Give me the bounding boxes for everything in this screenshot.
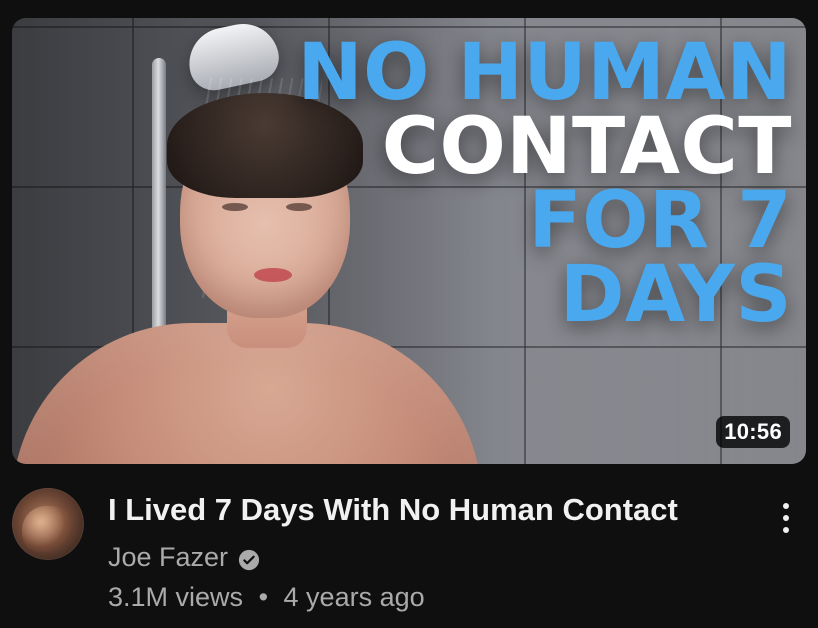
thumbnail-headline: NO HUMAN CONTACT FOR 7 DAYS (272, 28, 792, 341)
menu-dot-3 (783, 527, 789, 533)
video-card[interactable]: NO HUMAN CONTACT FOR 7 DAYS 10:56 I Live… (0, 0, 818, 628)
stats-separator: • (258, 582, 269, 612)
video-thumbnail[interactable]: NO HUMAN CONTACT FOR 7 DAYS 10:56 (12, 18, 806, 464)
video-title[interactable]: I Lived 7 Days With No Human Contact (108, 492, 678, 528)
view-count: 3.1M views (108, 582, 244, 612)
menu-dot-1 (783, 503, 789, 509)
channel-name[interactable]: Joe Fazer (108, 542, 228, 573)
thumbnail-headline-line-3: FOR 7 DAYS (528, 176, 792, 341)
more-vertical-icon[interactable] (772, 496, 800, 540)
thumbnail-headline-line-1: NO HUMAN (297, 28, 792, 118)
thumbnail-headline-line-2: CONTACT (381, 102, 792, 193)
verified-check-icon (238, 547, 260, 570)
video-metadata: I Lived 7 Days With No Human Contact Joe… (12, 486, 806, 616)
upload-age: 4 years ago (283, 582, 425, 612)
menu-dot-2 (783, 515, 789, 521)
channel-row: Joe Fazer (108, 542, 260, 573)
channel-avatar[interactable] (12, 488, 84, 560)
video-stats: 3.1M views • 4 years ago (108, 582, 425, 613)
video-duration-badge: 10:56 (716, 416, 790, 448)
